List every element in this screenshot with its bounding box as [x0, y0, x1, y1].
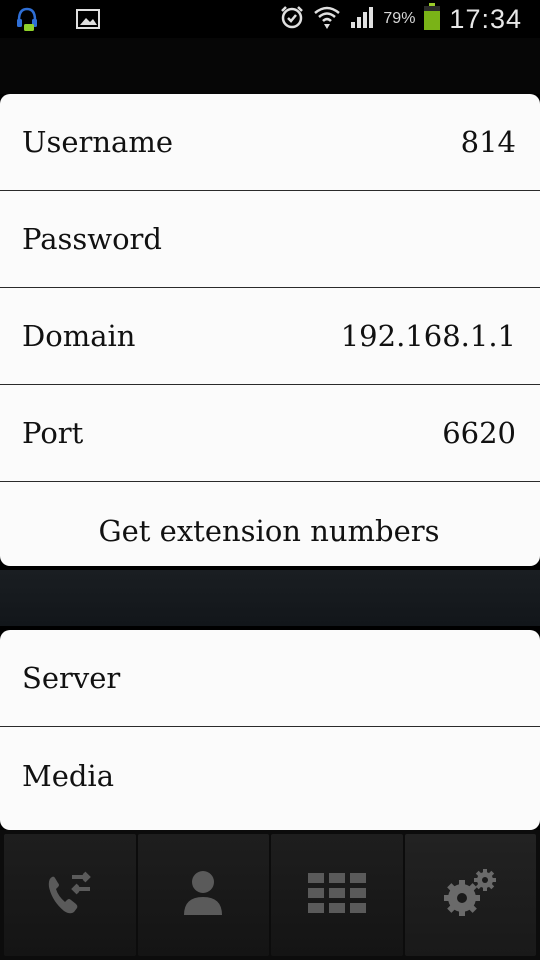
domain-row[interactable]: Domain 192.168.1.1 [0, 288, 540, 385]
password-label: Password [22, 222, 162, 256]
nav-calls-button[interactable] [4, 834, 136, 956]
image-notification-icon [76, 9, 100, 34]
contact-icon [181, 869, 225, 921]
domain-label: Domain [22, 319, 136, 353]
clock: 17:34 [449, 3, 522, 34]
section-separator [0, 570, 540, 626]
settings-menu-card: Server Media [0, 630, 540, 830]
headset-notification-icon [16, 6, 38, 37]
bottom-navigation [0, 830, 540, 960]
nav-contacts-button[interactable] [137, 834, 269, 956]
get-extension-numbers-button[interactable]: Get extension numbers [0, 482, 540, 566]
username-label: Username [22, 125, 173, 159]
domain-value: 192.168.1.1 [340, 319, 516, 353]
signal-icon [349, 5, 375, 34]
username-row[interactable]: Username 814 [0, 94, 540, 191]
battery-percent: 79% [383, 10, 416, 27]
username-value: 814 [460, 125, 516, 159]
get-extension-numbers-label: Get extension numbers [98, 513, 440, 548]
server-label: Server [22, 661, 121, 695]
status-bar: 79% 17:34 [0, 0, 540, 38]
port-label: Port [22, 416, 84, 450]
media-row[interactable]: Media [0, 727, 540, 824]
server-row[interactable]: Server [0, 630, 540, 727]
alarm-icon [279, 4, 305, 35]
account-settings-card: Username 814 Password Domain 192.168.1.1… [0, 94, 540, 566]
dialpad-icon [307, 873, 366, 917]
media-label: Media [22, 758, 114, 793]
wifi-icon [313, 4, 341, 35]
nav-settings-button[interactable] [404, 834, 536, 956]
port-value: 6620 [442, 416, 516, 450]
nav-dialpad-button[interactable] [271, 834, 403, 956]
settings-gears-icon [440, 866, 500, 924]
port-row[interactable]: Port 6620 [0, 385, 540, 482]
call-transfer-icon [44, 867, 96, 923]
battery-icon [423, 2, 441, 36]
password-row[interactable]: Password [0, 191, 540, 288]
top-spacer [0, 38, 540, 94]
